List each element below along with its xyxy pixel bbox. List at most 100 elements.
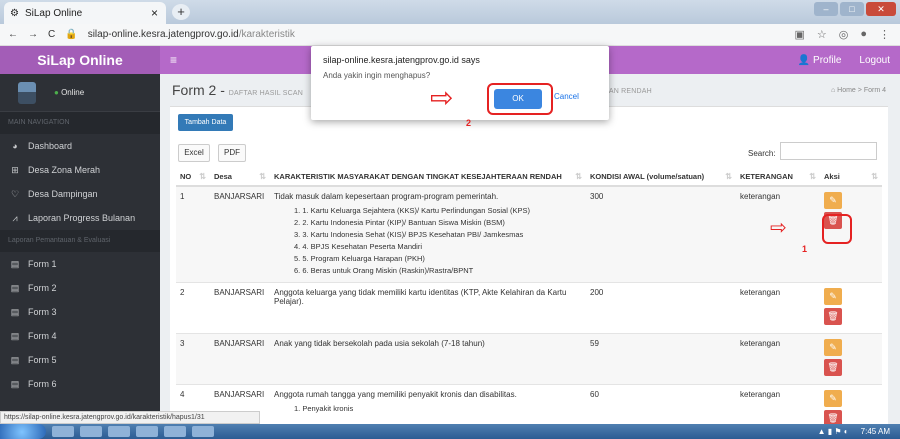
plus-square-icon: ⊞ (11, 164, 19, 175)
section-header: MAIN NAVIGATION (0, 112, 160, 134)
sidebar-item-form-2[interactable]: ▤ Form 2 (0, 276, 160, 300)
sidebar-item-desa-zona-merah[interactable]: ⊞ Desa Zona Merah (0, 158, 160, 182)
form-icon: ▤ (10, 378, 20, 389)
sort-icon: ⇅ (259, 172, 266, 181)
breadcrumb-home[interactable]: Home (837, 87, 856, 94)
new-tab-button[interactable]: + (172, 4, 190, 20)
table-row: 2 BANJARSARI Anggota keluarga yang tidak… (176, 282, 882, 334)
dialog-message: Anda yakin ingin menghapus? (323, 71, 431, 80)
col-no[interactable]: NO ⇅ (176, 168, 210, 187)
account-icon[interactable]: ● (860, 28, 867, 41)
add-data-button[interactable]: Tambah Data (178, 114, 233, 131)
sidebar-item-form-6[interactable]: ▤ Form 6 (0, 372, 160, 396)
search-input[interactable] (780, 142, 877, 160)
tab-title: SiLap Online (24, 7, 83, 19)
pdf-export-button[interactable]: PDF (218, 144, 246, 162)
app-logo[interactable]: SiLap Online (0, 46, 160, 74)
minimize-button[interactable]: – (814, 2, 838, 16)
browser-tab[interactable]: ⚙ SiLap Online × (4, 2, 166, 24)
delete-button[interactable]: 🗑 (824, 359, 842, 376)
sidebar-item-form-3[interactable]: ▤ Form 3 (0, 300, 160, 324)
cancel-button[interactable]: Cancel (554, 92, 579, 101)
dialog-title: silap-online.kesra.jatengprov.go.id says (323, 55, 480, 65)
tab-close-icon[interactable]: × (151, 6, 158, 20)
col-karakteristik-label: KARAKTERISTIK MASYARAKAT DENGAN TINGKAT … (274, 172, 562, 181)
col-kondisi[interactable]: KONDISI AWAL (volume/satuan) ⇅ (586, 168, 736, 187)
sidebar-item-form-1[interactable]: ▤ Form 1 (0, 252, 160, 276)
url-field[interactable]: silap-online.kesra.jatengprov.go.id/kara… (88, 29, 295, 40)
list-item: 5. 5. Program Keluarga Harapan (PKH) (294, 254, 425, 263)
col-karakteristik[interactable]: KARAKTERISTIK MASYARAKAT DENGAN TINGKAT … (270, 168, 586, 187)
list-item: 1. 1. Kartu Keluarga Sejahtera (KKS)/ Ka… (294, 206, 530, 215)
menu-dots-icon[interactable]: ⋮ (879, 28, 890, 41)
profile-label: Profile (813, 54, 842, 66)
window-close-button[interactable]: ✕ (866, 2, 896, 16)
cell-karakteristik: Anggota keluarga yang tidak memiliki kar… (270, 282, 586, 334)
cell-keterangan: keterangan (736, 282, 820, 334)
sidebar-item-desa-dampingan[interactable]: ♡ Desa Dampingan (0, 182, 160, 206)
form-icon: ▤ (10, 258, 20, 269)
edit-button[interactable]: ✎ (824, 192, 842, 209)
list-item: 3. 3. Kartu Indonesia Sehat (KIS)/ BPJS … (294, 230, 524, 239)
sort-icon: ⇅ (199, 172, 206, 181)
translate-icon[interactable]: ▣ (794, 28, 804, 41)
edit-button[interactable]: ✎ (824, 288, 842, 305)
delete-button[interactable]: 🗑 (824, 308, 842, 325)
sidebar-item-label: Laporan Progress Bulanan (28, 213, 136, 223)
network-icon[interactable]: ▲ ▮ ⚑ ◐ (818, 427, 849, 436)
col-aksi-label: Aksi (824, 172, 840, 181)
form-icon: ▤ (10, 330, 20, 341)
start-button[interactable] (0, 424, 46, 439)
menu-toggle-icon[interactable]: ≡ (170, 53, 177, 67)
star-icon[interactable]: ☆ (817, 28, 827, 41)
cell-karakteristik: Anak yang tidak bersekolah pada usia sek… (270, 333, 586, 385)
sidebar-item-label: Desa Zona Merah (28, 165, 101, 175)
profile-link[interactable]: 👤 Profile (798, 55, 842, 66)
col-aksi[interactable]: Aksi ⇅ (820, 168, 882, 187)
taskbar-app-icon[interactable] (136, 426, 158, 437)
maximize-button[interactable]: □ (840, 2, 864, 16)
excel-export-button[interactable]: Excel (178, 144, 210, 162)
form-icon: ▤ (10, 282, 20, 293)
taskbar-app-icon[interactable] (192, 426, 214, 437)
forward-icon[interactable]: → (28, 29, 38, 40)
sidebar-item-label: Form 6 (28, 379, 57, 389)
sort-icon: ⇅ (575, 172, 582, 181)
page-subtitle-tail: AAN RENDAH (604, 88, 652, 95)
col-keterangan[interactable]: KETERANGAN ⇅ (736, 168, 820, 187)
taskbar-app-icon[interactable] (80, 426, 102, 437)
cell-text: Tidak masuk dalam kepesertaan program-pr… (274, 192, 499, 201)
col-desa[interactable]: Desa ⇅ (210, 168, 270, 187)
taskbar-app-icon[interactable] (164, 426, 186, 437)
col-desa-label: Desa (214, 172, 232, 181)
cell-karakteristik: Tidak masuk dalam kepesertaan program-pr… (270, 185, 586, 283)
reload-icon[interactable]: C (48, 29, 55, 40)
browser-tab-bar: ⚙ SiLap Online × + – □ ✕ (0, 0, 900, 24)
sidebar-item-dashboard[interactable]: ◕ Dashboard (0, 134, 160, 158)
annotation-step-1: 1 (802, 244, 808, 254)
sub-list: 1. Penyakit kronis (274, 403, 582, 415)
cell-desa: BANJARSARI (210, 333, 270, 385)
logout-link[interactable]: Logout (859, 55, 890, 66)
extension-icon[interactable]: ◎ (839, 28, 849, 41)
cell-keterangan: keterangan (736, 333, 820, 385)
edit-button[interactable]: ✎ (824, 390, 842, 407)
sidebar-item-laporan-progress[interactable]: ⩘ Laporan Progress Bulanan (0, 206, 160, 230)
online-label: Online (61, 88, 85, 97)
url-host: silap-online.kesra.jatengprov.go.id (87, 29, 239, 40)
breadcrumb-current: Form 4 (863, 87, 886, 94)
status-url: https://silap-online.kesra.jatengprov.go… (0, 411, 260, 424)
sidebar-item-form-5[interactable]: ▤ Form 5 (0, 348, 160, 372)
sort-icon: ⇅ (809, 172, 816, 181)
section-header: Laporan Pemantauan & Evaluasi (0, 230, 160, 252)
back-icon[interactable]: ← (8, 29, 18, 40)
sidebar-item-label: Form 3 (28, 307, 57, 317)
edit-button[interactable]: ✎ (824, 339, 842, 356)
taskbar-app-icon[interactable] (108, 426, 130, 437)
sidebar-item-label: Form 1 (28, 259, 57, 269)
sidebar-item-form-4[interactable]: ▤ Form 4 (0, 324, 160, 348)
cell-kondisi: 300 (586, 185, 736, 283)
clock[interactable]: 7:45 AM (861, 427, 890, 436)
taskbar-app-icon[interactable] (52, 426, 74, 437)
line-chart-icon: ⩘ (12, 212, 18, 223)
